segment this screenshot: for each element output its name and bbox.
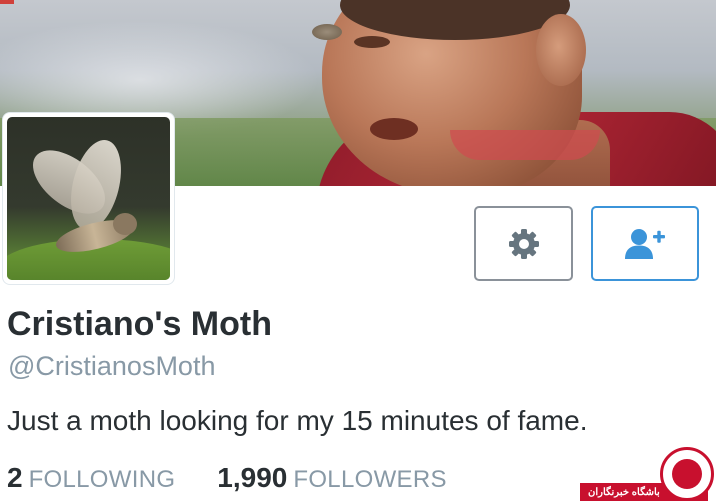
following-label: FOLLOWING [28, 466, 176, 493]
profile-name[interactable]: Cristiano's Moth [7, 305, 272, 344]
moth-head [113, 213, 137, 235]
profile-stats: 2 FOLLOWING 1,990 FOLLOWERS [7, 462, 447, 494]
gear-icon [508, 228, 539, 259]
followers-count: 1,990 [217, 462, 288, 493]
followers-label: FOLLOWERS [293, 466, 447, 493]
player-collar [450, 130, 600, 160]
settings-button[interactable] [474, 206, 573, 281]
follow-button[interactable] [591, 206, 699, 281]
followers-stat[interactable]: 1,990 FOLLOWERS [217, 462, 446, 494]
profile-bio: Just a moth looking for my 15 minutes of… [7, 405, 588, 436]
player-mouth [370, 118, 418, 140]
player-eye [354, 36, 390, 48]
watermark-logo: باشگاه خبرنگاران [580, 447, 716, 503]
profile-handle[interactable]: @CristianosMoth [8, 351, 215, 382]
avatar-photo [7, 117, 170, 280]
moth-on-face [312, 24, 342, 40]
following-count: 2 [7, 462, 23, 493]
watermark-circle [660, 447, 714, 501]
following-stat[interactable]: 2 FOLLOWING [7, 462, 175, 494]
add-user-icon [625, 228, 665, 259]
profile-avatar[interactable] [3, 113, 174, 284]
player-ear [536, 14, 586, 86]
banner-detail [0, 0, 14, 4]
